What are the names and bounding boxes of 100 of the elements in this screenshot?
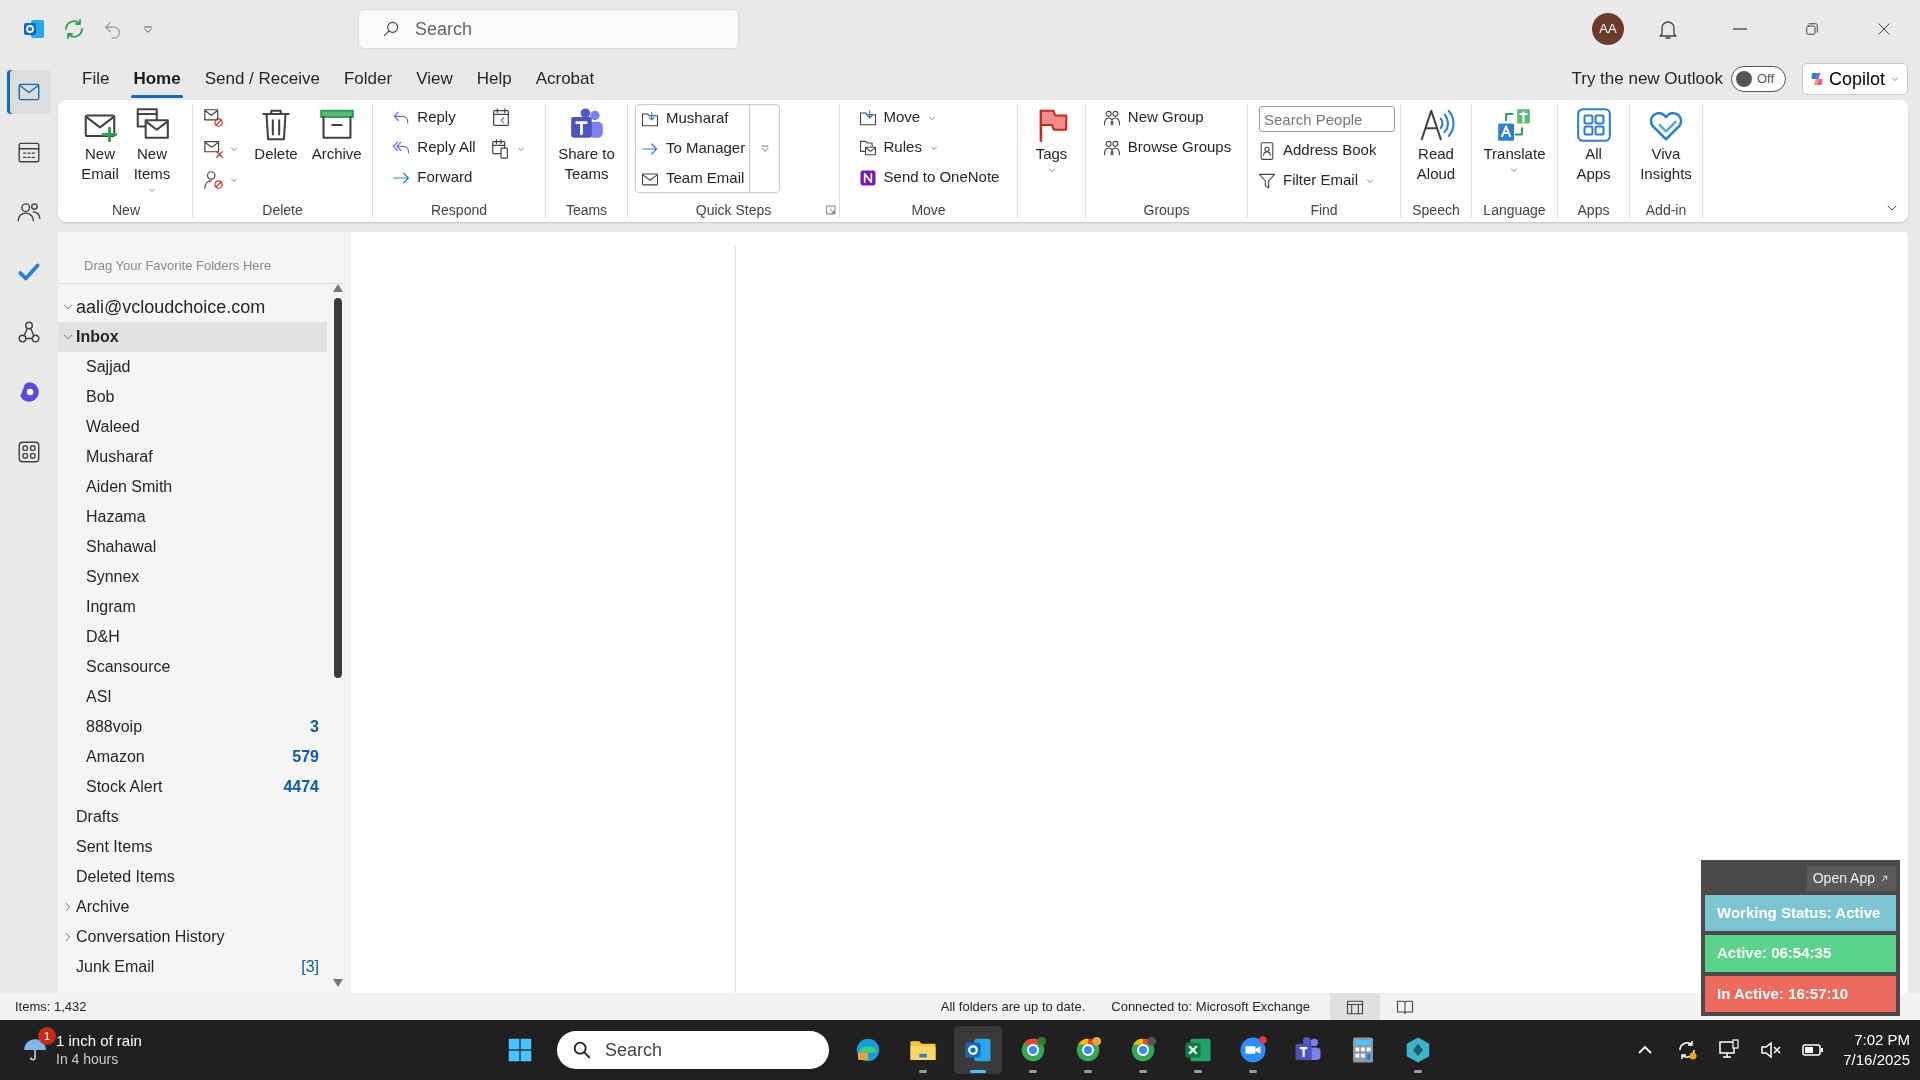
ribbon-button[interactable]: Reply bbox=[387, 104, 480, 131]
connection-status: Connected to: Microsoft Exchange bbox=[1111, 997, 1310, 1016]
ribbon-button[interactable]: Move bbox=[853, 104, 1004, 131]
ribbon-button[interactable]: Viva Insights bbox=[1636, 104, 1696, 186]
folder-item[interactable]: Junk Email [3] bbox=[58, 952, 327, 982]
org-chart-icon bbox=[16, 319, 42, 345]
group-label: New bbox=[112, 202, 140, 218]
view-button[interactable] bbox=[1330, 993, 1380, 1020]
ribbon-tab[interactable]: Acrobat bbox=[523, 60, 607, 98]
status-bar-row: In Active: 16:57:10 bbox=[1705, 975, 1896, 1012]
ribbon-tab[interactable]: View bbox=[404, 60, 465, 98]
ribbon-button[interactable]: New Items bbox=[129, 104, 175, 198]
restore-icon bbox=[1803, 20, 1821, 38]
ribbon-button[interactable]: Forward bbox=[387, 164, 480, 191]
folder-item[interactable]: Aiden Smith bbox=[58, 472, 327, 502]
clock-date: 7/16/2025 bbox=[1843, 1050, 1910, 1070]
ribbon-button[interactable]: Archive bbox=[307, 104, 366, 166]
copilot-button[interactable]: Copilot bbox=[1801, 63, 1908, 95]
folder-item[interactable]: Conversation History bbox=[58, 922, 327, 952]
minimize-icon bbox=[1733, 28, 1747, 30]
folder-arrow-icon bbox=[857, 107, 878, 128]
launcher-icon bbox=[825, 204, 837, 216]
folder-item[interactable]: Ingram bbox=[58, 592, 327, 622]
unread-count: 579 bbox=[292, 747, 319, 767]
folder-item[interactable]: Deleted Items bbox=[58, 862, 327, 892]
ribbon-button[interactable]: Browse Groups bbox=[1097, 134, 1236, 161]
search-icon bbox=[571, 1039, 593, 1061]
unread-count: 3 bbox=[310, 717, 319, 737]
new-outlook-label: Try the new Outlook bbox=[1571, 68, 1723, 91]
sync-status: All folders are up to date. bbox=[940, 997, 1086, 1016]
folder-item[interactable]: Scansource bbox=[58, 652, 327, 682]
group-label: Delete bbox=[262, 202, 303, 218]
folder-item[interactable]: Drafts bbox=[58, 802, 327, 832]
ribbon-button[interactable]: Tags bbox=[1028, 104, 1075, 178]
ribbon-button[interactable]: Delete bbox=[250, 104, 302, 166]
search-icon bbox=[381, 19, 401, 39]
ribbon-button[interactable]: Rules bbox=[853, 134, 1004, 161]
group-label: Find bbox=[1310, 202, 1338, 218]
unread-count: 4474 bbox=[283, 777, 319, 797]
account-row[interactable]: aali@vcloudchoice.com bbox=[58, 292, 327, 322]
ribbon-button[interactable]: Team Email bbox=[636, 165, 750, 192]
toggle-switch[interactable]: Off bbox=[1730, 66, 1786, 92]
status-bar-row: Active: 06:54:35 bbox=[1705, 935, 1896, 972]
nav-rail-button[interactable] bbox=[7, 70, 51, 114]
folder-item[interactable]: 888voip 3 bbox=[58, 712, 327, 742]
user-avatar[interactable]: AA bbox=[1592, 13, 1624, 45]
group-label: Respond bbox=[430, 202, 487, 218]
ribbon-button[interactable]: Read Aloud bbox=[1412, 104, 1460, 186]
folder-item[interactable]: Amazon 579 bbox=[58, 742, 327, 772]
scroll-down-icon[interactable] bbox=[333, 979, 343, 987]
ribbon-tab[interactable]: Home bbox=[121, 60, 193, 98]
ribbon-button[interactable]: Share to Teams bbox=[554, 104, 619, 186]
folder-item[interactable]: Bob bbox=[58, 382, 327, 412]
ribbon-tab[interactable]: File bbox=[70, 60, 122, 98]
ribbon-button[interactable]: New Email bbox=[77, 104, 123, 186]
ribbon-tab[interactable]: Send / Receive bbox=[192, 60, 332, 98]
ribbon-button[interactable]: Send to OneNote bbox=[853, 164, 1004, 191]
notification-badge: 1 bbox=[38, 1027, 56, 1045]
clock-time: 7:02 PM bbox=[1853, 1030, 1910, 1050]
folder-item[interactable]: Musharaf bbox=[58, 442, 327, 472]
favorites-hint: Drag Your Favorite Folders Here bbox=[58, 232, 343, 284]
taskbar-app-button[interactable] bbox=[954, 1026, 1002, 1074]
scrollbar-thumb[interactable] bbox=[334, 298, 342, 678]
search-field[interactable]: Search bbox=[358, 9, 739, 49]
folder-item[interactable]: Stock Alert 4474 bbox=[58, 772, 327, 802]
dialog-launcher[interactable] bbox=[825, 204, 837, 216]
item-count: Items: 1,432 bbox=[15, 997, 87, 1016]
app-grid-icon bbox=[1574, 106, 1613, 144]
envelope-block-icon bbox=[203, 107, 226, 129]
folder-item[interactable]: Synnex bbox=[58, 562, 327, 592]
folder-item[interactable]: Sajjad bbox=[58, 352, 327, 382]
ribbon-tab[interactable]: Help bbox=[464, 60, 524, 98]
folder-item[interactable]: Shahawal bbox=[58, 532, 327, 562]
folder-item[interactable]: Inbox bbox=[58, 322, 327, 352]
folder-item[interactable]: Waleed bbox=[58, 412, 327, 442]
clock[interactable]: 7:02 PM 7/16/2025 bbox=[1843, 1030, 1910, 1070]
group-label: Add-in bbox=[1645, 202, 1687, 218]
ribbon-button[interactable]: All Apps bbox=[1570, 104, 1617, 186]
ribbon-button[interactable]: Filter Email bbox=[1253, 167, 1395, 194]
ribbon-button[interactable]: To Manager bbox=[636, 135, 750, 162]
folder-item[interactable]: Archive bbox=[58, 892, 327, 922]
folder-item[interactable]: Sent Items bbox=[58, 832, 327, 862]
group-label: Apps bbox=[1577, 202, 1610, 218]
folder-item[interactable]: D&H bbox=[58, 622, 327, 652]
ribbon-button[interactable]: Reply All bbox=[387, 134, 480, 161]
envelope-x-icon bbox=[203, 138, 226, 160]
ribbon-button[interactable]: Address Book bbox=[1253, 137, 1395, 164]
unread-count: [3] bbox=[301, 957, 319, 977]
ribbon-button[interactable]: Musharaf bbox=[636, 105, 750, 132]
folder-item[interactable]: Hazama bbox=[58, 502, 327, 532]
folder-item[interactable]: ASI bbox=[58, 682, 327, 712]
ribbon-button[interactable]: Translate bbox=[1479, 104, 1550, 178]
scroll-up-icon[interactable] bbox=[333, 284, 343, 292]
search-placeholder: Search bbox=[415, 17, 473, 41]
taskbar-search-field[interactable]: Search bbox=[557, 1031, 829, 1069]
ribbon-tab[interactable]: Folder bbox=[331, 60, 405, 98]
weather-title[interactable]: 1 inch of rain bbox=[56, 1031, 142, 1050]
search-people-field[interactable]: Search People bbox=[1259, 106, 1395, 132]
open-app-button[interactable]: Open App bbox=[1806, 865, 1896, 891]
ribbon-button[interactable]: New Group bbox=[1097, 104, 1236, 131]
